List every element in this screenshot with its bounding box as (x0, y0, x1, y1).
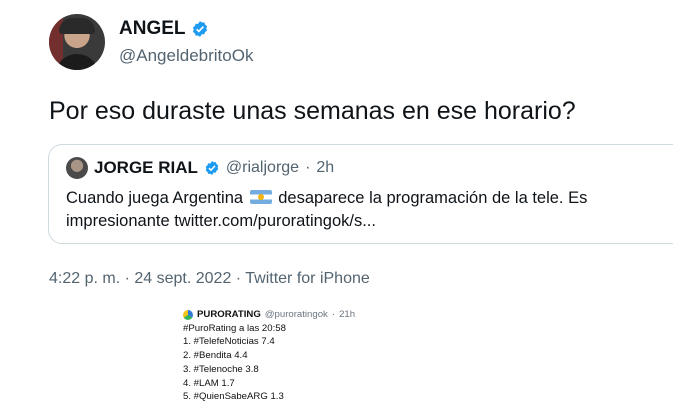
quoted-tweet-header: JORGE RIAL @rialjorge · 2h (66, 157, 334, 179)
author-handle[interactable]: @AngeldebritoOk (119, 46, 253, 66)
quoted-author-name[interactable]: JORGE RIAL (94, 158, 198, 178)
quoted-tweet-text: Cuando juega Argentina desaparece la pro… (66, 187, 673, 233)
quoted-text-line2[interactable]: impresionante twitter.com/puroratingok/s… (66, 212, 376, 230)
quoted-author-avatar[interactable] (66, 157, 88, 179)
embedded-time: 21h (339, 309, 356, 320)
embedded-line: 3. #Telenoche 3.8 (183, 363, 259, 375)
quoted-text-start: Cuando juega Argentina (66, 189, 244, 207)
purorating-logo-icon (183, 309, 193, 320)
quoted-separator: · (305, 159, 311, 176)
embedded-line: #PuroRating a las 20:58 (183, 322, 286, 334)
quoted-tweet-card[interactable]: JORGE RIAL @rialjorge · 2h Cuando juega … (48, 144, 673, 244)
quoted-author-handle[interactable]: @rialjorge (226, 159, 299, 177)
author-display-name[interactable]: ANGEL (119, 18, 186, 40)
embedded-account-handle: @puroratingok (264, 309, 328, 320)
embedded-line: 1. #TelefeNoticias 7.4 (183, 336, 275, 348)
quoted-time[interactable]: 2h (316, 159, 334, 177)
verified-badge-icon (205, 161, 219, 175)
avatar-hair (59, 18, 95, 34)
tweet-text: Por eso duraste unas semanas en ese hora… (49, 97, 576, 125)
embedded-account-name: PURORATING (197, 309, 261, 320)
embedded-header: PURORATING @puroratingok · 21h (183, 308, 355, 322)
embedded-line: 4. #LAM 1.7 (183, 377, 235, 389)
author-avatar[interactable] (49, 14, 105, 70)
tweet-timestamp[interactable]: 4:22 p. m. · 24 sept. 2022 · Twitter for… (49, 270, 370, 288)
embedded-line: 5. #QuienSabeARG 1.3 (183, 391, 284, 403)
embedded-screenshot: PURORATING @puroratingok · 21h #PuroRati… (183, 308, 355, 404)
verified-badge-icon (192, 21, 207, 37)
argentina-flag-icon (249, 190, 272, 204)
quoted-text-end: desaparece la programación de la tele. E… (278, 189, 588, 207)
embedded-separator: · (331, 309, 336, 320)
author-name-row[interactable]: ANGEL (119, 18, 209, 40)
embedded-line: 2. #Bendita 4.4 (183, 350, 248, 362)
